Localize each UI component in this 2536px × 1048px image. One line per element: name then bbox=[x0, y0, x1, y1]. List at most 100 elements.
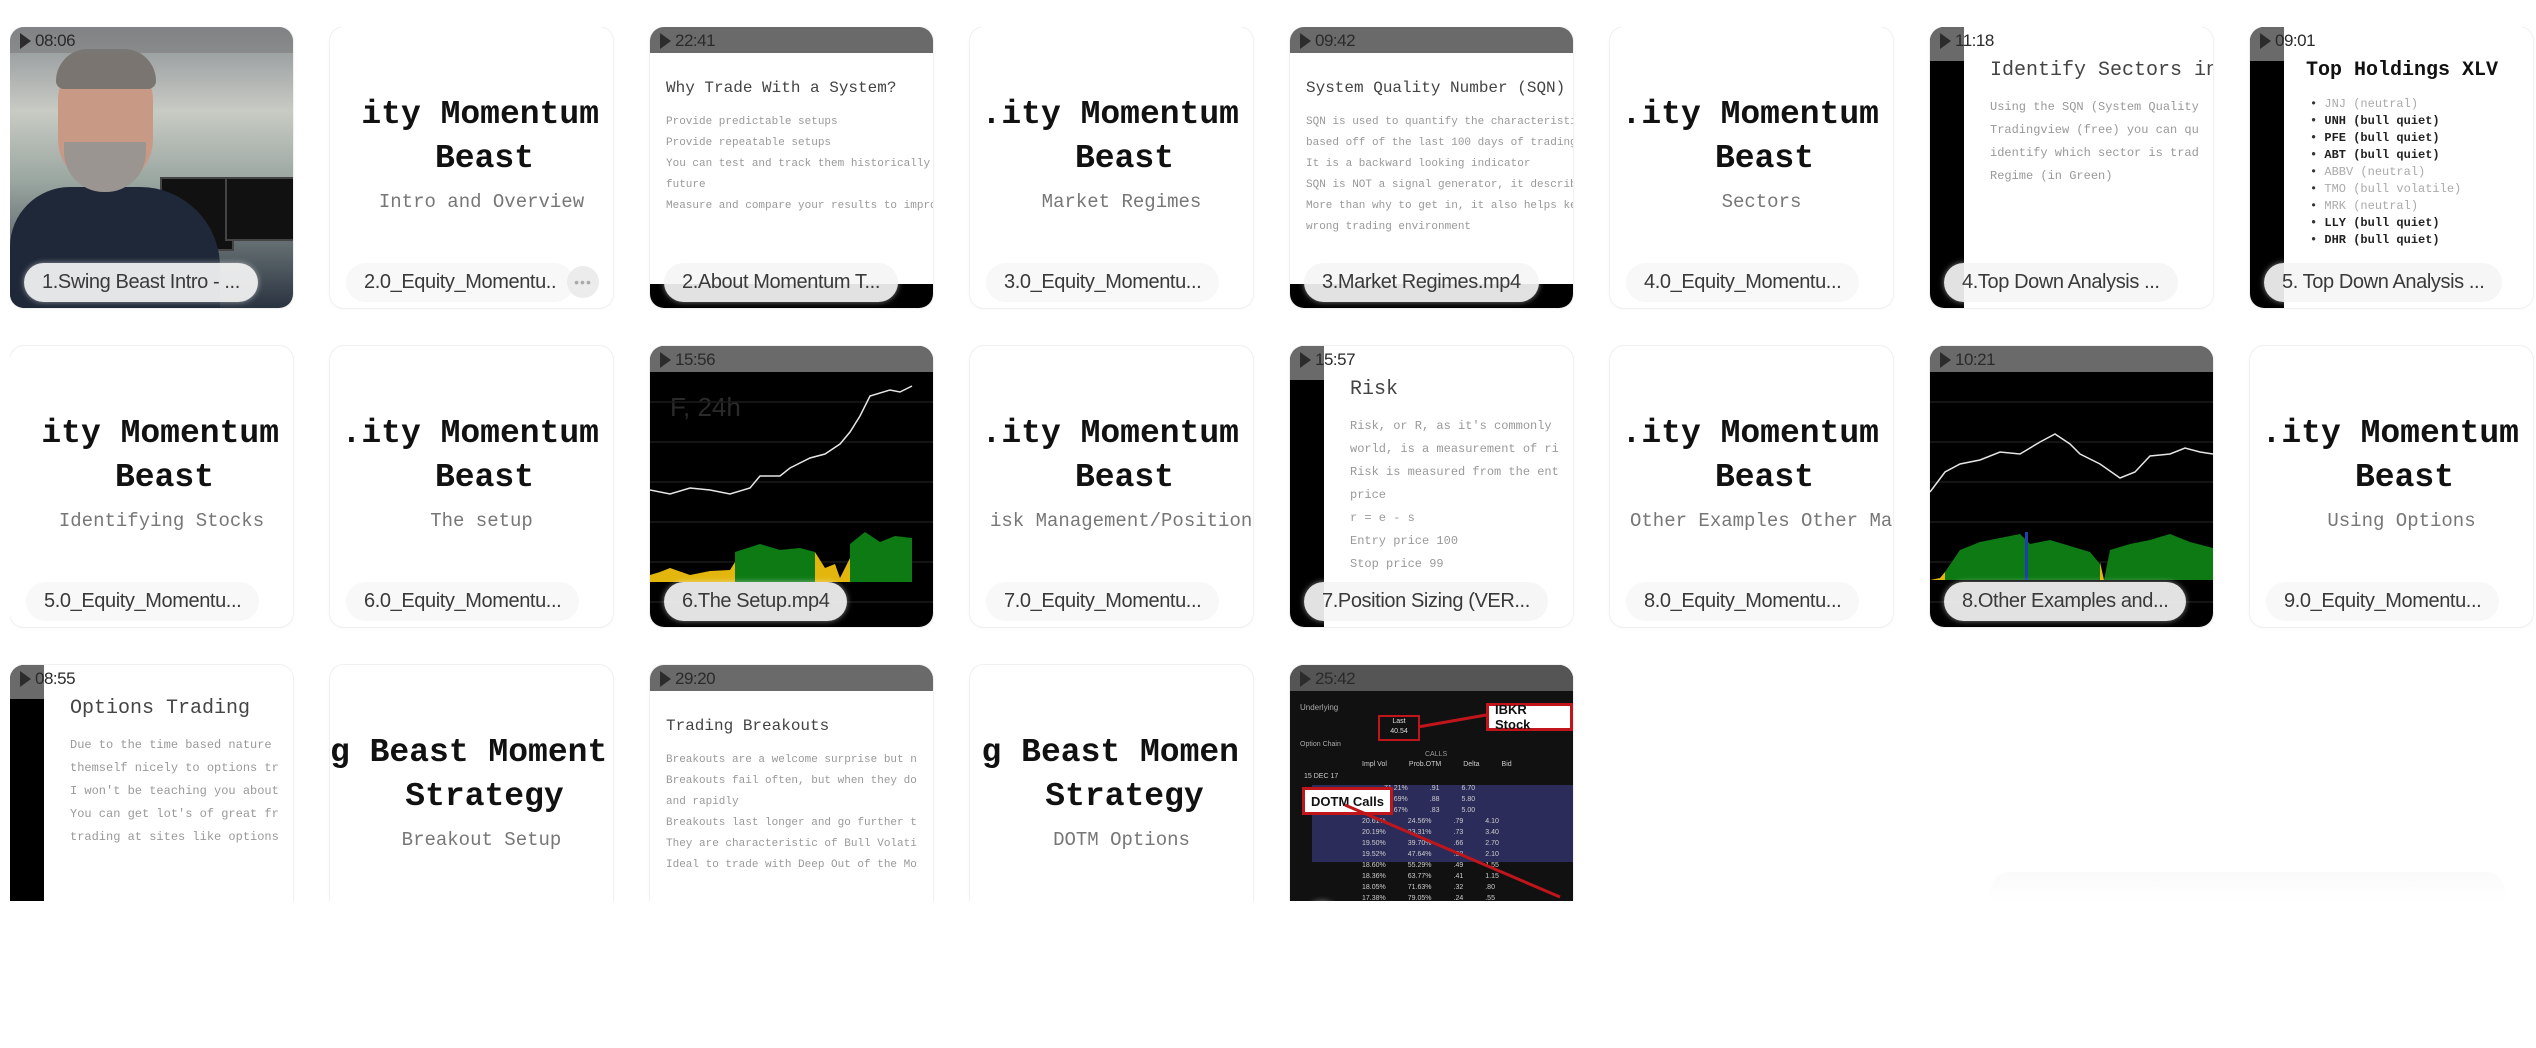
slide-line: Regime (in Green) bbox=[1990, 169, 2113, 183]
holdings-list: • JNJ (neutral) • UNH (bull quiet) • PFE (… bbox=[2310, 97, 2533, 250]
slide-line: themself nicely to options tr bbox=[70, 761, 279, 775]
file-name-label[interactable]: 6.The Setup.mp4 bbox=[664, 582, 848, 621]
video-card[interactable]: ity Momentum Beast Intro and Overview 2.0_E… bbox=[330, 27, 613, 308]
holding-item: • TMO (bull volatile) bbox=[2310, 182, 2533, 196]
slide-line: trading at sites like options bbox=[70, 830, 279, 844]
slide-title: Options Trading bbox=[70, 697, 251, 720]
title-slide-subtitle: DOTM Options bbox=[1053, 829, 1190, 851]
slide-line: Risk, or R, as it's commonly bbox=[1350, 419, 1552, 433]
duration-badge: 22:41 bbox=[660, 31, 716, 51]
video-card[interactable]: Underlying Last 40.54 IBKR Stock Option Chai… bbox=[1290, 665, 1573, 901]
holding-item: • ABT (bull quiet) bbox=[2310, 148, 2533, 162]
slide-line: You can test and track them historically… bbox=[666, 158, 933, 170]
heading-line-2: Beast bbox=[1074, 459, 1175, 496]
video-card[interactable]: Trading Breakouts Breakouts are a welcome… bbox=[650, 665, 933, 901]
duration-badge: 29:20 bbox=[660, 669, 716, 689]
title-slide-heading: ity Momentum Beast bbox=[10, 412, 293, 500]
slide-text: SQN is used to quantify the characterist… bbox=[1306, 115, 1573, 241]
duration-badge: 15:56 bbox=[660, 350, 716, 370]
holding-item: • DHR (bull quiet) bbox=[2310, 233, 2533, 247]
regime-bullvol-area bbox=[1930, 572, 1945, 580]
file-name-label[interactable]: 9.0_Equity_Momentu... bbox=[2266, 582, 2500, 621]
title-slide-heading: .ity Momentum Beast bbox=[970, 93, 1253, 181]
file-name-label[interactable]: 1.Swing Beast Intro - ... bbox=[24, 263, 258, 302]
thumbnail: g Beast Momen Strategy DOTM Options bbox=[970, 665, 1253, 901]
video-card[interactable]: Why Trade With a System? Provide predicta… bbox=[650, 27, 933, 308]
regime-bullquiet-area bbox=[1945, 534, 2100, 580]
video-card[interactable]: Top Holdings XLV • JNJ (neutral) • UNH (bu… bbox=[2250, 27, 2533, 308]
video-card[interactable]: 10:21 8.Other Examples and... bbox=[1930, 346, 2213, 627]
slide-text: Risk, or R, as it's commonly world, is a … bbox=[1350, 418, 1573, 579]
video-card[interactable]: F, 24h 15:56 6.The Setup.mp4 bbox=[650, 346, 933, 627]
file-name-label[interactable]: 5.0_Equity_Momentu... bbox=[26, 582, 260, 621]
duration-badge: 10:21 bbox=[1940, 350, 1996, 370]
slide-line: based off of the last 100 days of tradin… bbox=[1306, 137, 1573, 149]
slide-line: world, is a measurement of ri bbox=[1350, 442, 1559, 456]
duration-badge: 09:42 bbox=[1300, 31, 1356, 51]
video-card[interactable]: Identify Sectors in Using the SQN (System… bbox=[1930, 27, 2213, 308]
video-card[interactable]: .ity Momentum Beast Market Regimes 3.0_Equi… bbox=[970, 27, 1253, 308]
slide-line: Provide predictable setups bbox=[666, 116, 838, 128]
video-card[interactable]: 08:06 1.Swing Beast Intro - ... bbox=[10, 27, 293, 308]
title-slide-subtitle: Using Options bbox=[2327, 510, 2476, 532]
thumbnail: Trading Breakouts Breakouts are a welcome… bbox=[650, 665, 933, 901]
file-name-label[interactable]: 7.Position Sizing (VER... bbox=[1304, 582, 1548, 621]
slide-line: Tradingview (free) you can qu bbox=[1990, 123, 2199, 137]
duration-text: 09:42 bbox=[1315, 31, 1356, 50]
file-name-label[interactable]: 4.Top Down Analysis ... bbox=[1944, 263, 2178, 302]
video-card[interactable]: Options Trading Due to the time based nat… bbox=[10, 665, 293, 901]
duration-text: 15:57 bbox=[1315, 350, 1356, 369]
title-slide-subtitle: isk Management/Position S bbox=[990, 510, 1253, 532]
slide-line: Risk is measured from the ent bbox=[1350, 465, 1559, 479]
video-card[interactable]: System Quality Number (SQN) SQN is used t… bbox=[1290, 27, 1573, 308]
slide-line: identify which sector is trad bbox=[1990, 146, 2199, 160]
video-card[interactable]: .ity Momentum Beast isk Management/Positio… bbox=[970, 346, 1253, 627]
ticker: PFE bbox=[2324, 131, 2347, 145]
heading-line-1: .ity Momentum bbox=[1621, 415, 1879, 452]
video-card[interactable]: ity Momentum Beast Identifying Stocks 5.0_E… bbox=[10, 346, 293, 627]
heading-line-2: Beast bbox=[1074, 140, 1175, 177]
slide-line: Measure and compare your results to impr… bbox=[666, 200, 933, 212]
slide-line: They are characteristic of Bull Volati bbox=[666, 838, 917, 850]
regime-state: (bull quiet) bbox=[2353, 233, 2440, 247]
bullet-icon: • bbox=[2310, 97, 2325, 111]
video-card[interactable]: g Beast Momen Strategy DOTM Options bbox=[970, 665, 1253, 901]
slide-title: Risk bbox=[1350, 378, 1399, 401]
file-name-label[interactable]: 3.Market Regimes.mp4 bbox=[1304, 263, 1539, 302]
title-slide-subtitle: Sectors bbox=[1721, 191, 1802, 213]
more-options-button[interactable]: ••• bbox=[567, 266, 599, 298]
play-icon bbox=[1940, 33, 1951, 49]
slide-text: Provide predictable setups Provide repeat… bbox=[666, 115, 933, 220]
regime-bullquiet-area bbox=[850, 532, 912, 582]
file-name-label[interactable]: 2.About Momentum T... bbox=[664, 263, 898, 302]
play-icon bbox=[20, 33, 31, 49]
file-name-label[interactable]: 2.0_Equity_Momentu.. bbox=[346, 263, 575, 302]
bullet-icon: • bbox=[2310, 114, 2325, 128]
regime-state: (neutral) bbox=[2353, 97, 2419, 111]
file-name-label[interactable]: 8.0_Equity_Momentu... bbox=[1626, 582, 1860, 621]
video-card[interactable]: .ity Momentum Beast Sectors 4.0_Equity_Mome… bbox=[1610, 27, 1893, 308]
slide-line: Breakouts last longer and go further t bbox=[666, 817, 917, 829]
file-name-label[interactable]: 7.0_Equity_Momentu... bbox=[986, 582, 1220, 621]
file-name-label[interactable]: 8.Other Examples and... bbox=[1944, 582, 2187, 621]
video-card[interactable]: .ity Momentum Beast Using Options 9.0_Equit… bbox=[2250, 346, 2533, 627]
file-name-label[interactable]: 3.0_Equity_Momentu... bbox=[986, 263, 1220, 302]
regime-bullquiet-area bbox=[2104, 534, 2213, 580]
bullet-icon: • bbox=[2310, 182, 2325, 196]
title-slide-subtitle: Intro and Overview bbox=[378, 191, 585, 213]
file-name-label[interactable]: 4.0_Equity_Momentu... bbox=[1626, 263, 1860, 302]
video-card[interactable]: .ity Momentum Beast The setup 6.0_Equity_Mo… bbox=[330, 346, 613, 627]
video-card[interactable]: .ity Momentum Beast Other Examples Other M… bbox=[1610, 346, 1893, 627]
slide-title: Trading Breakouts bbox=[666, 717, 830, 735]
video-card[interactable]: g Beast Moment Strategy Breakout Setup bbox=[330, 665, 613, 901]
video-grid: 08:06 1.Swing Beast Intro - ... ity Moment… bbox=[10, 27, 2536, 901]
heading-line-2: Beast bbox=[1714, 459, 1815, 496]
file-name-label[interactable]: 6.0_Equity_Momentu... bbox=[346, 582, 580, 621]
video-card[interactable]: Risk Risk, or R, as it's commonly world, i… bbox=[1290, 346, 1573, 627]
heading-line-2: Beast bbox=[434, 140, 535, 177]
bullet-icon: • bbox=[2310, 199, 2325, 213]
presenter-beard bbox=[64, 142, 146, 192]
regime-state: (bull volatile) bbox=[2353, 182, 2462, 196]
file-name-label[interactable]: 5. Top Down Analysis ... bbox=[2264, 263, 2503, 302]
thumbnail: g Beast Moment Strategy Breakout Setup bbox=[330, 665, 613, 901]
